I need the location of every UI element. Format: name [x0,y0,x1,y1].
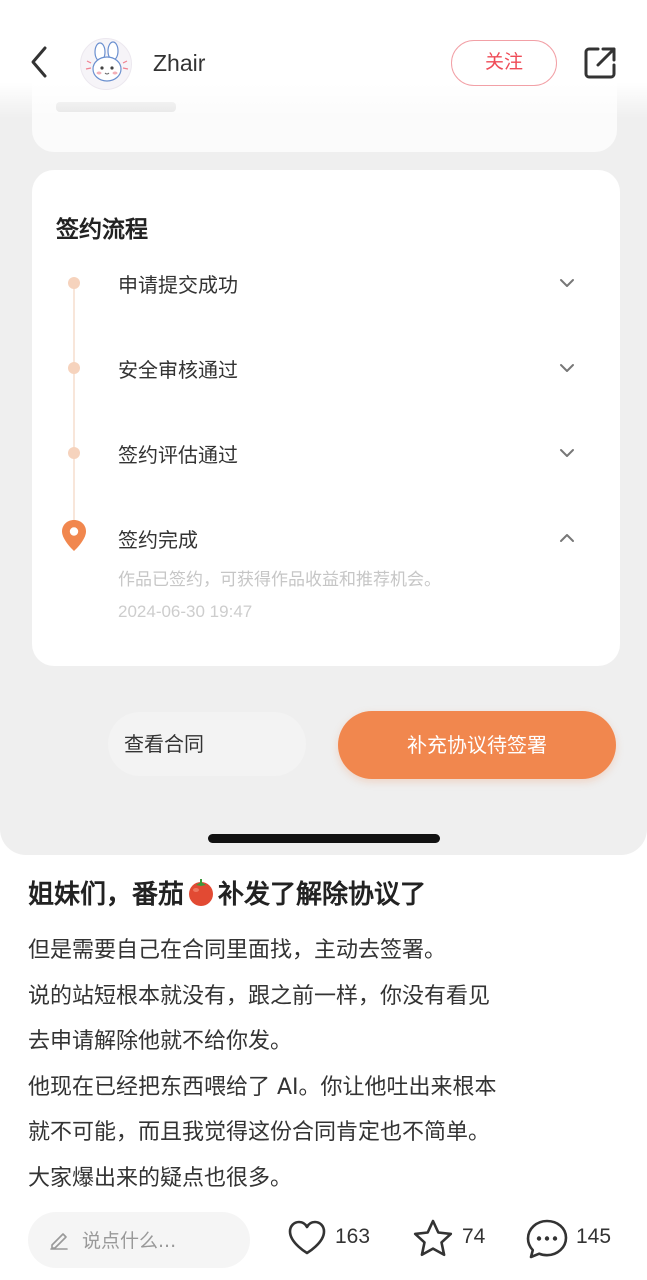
post-line: 去申请解除他就不给你发。 [28,1029,293,1054]
post-line: 大家爆出来的疑点也很多。 [28,1165,293,1191]
post-line: 但是需要自己在合同里面找，主动去签署。 [28,938,447,963]
heart-icon [288,1220,326,1255]
timeline-line [73,286,75,536]
post-title-start: 姐妹们，番茄 [28,880,185,910]
comment-input[interactable]: 说点什么... [28,1212,250,1268]
comment-button[interactable]: 145 [524,1216,624,1262]
step-timestamp: 2024-06-30 19:47 [118,602,253,621]
step-label: 申请提交成功 [118,273,238,297]
post-line: 就不可能，而且我觉得这份合同肯定也不简单。 [28,1120,491,1145]
like-count: 163 [335,1225,371,1248]
avatar[interactable] [80,38,132,90]
chevron-down-icon[interactable] [555,356,579,380]
timeline-dot [68,447,80,459]
chevron-down-icon[interactable] [555,271,579,295]
home-indicator [208,834,440,843]
bunny-avatar-icon [85,41,129,82]
comment-count: 145 [576,1225,612,1248]
step-description: 作品已签约，可获得作品收益和推荐机会。 [118,570,441,590]
star-icon [413,1219,453,1257]
comment-placeholder: 说点什么... [82,1230,177,1252]
pencil-icon [50,1233,68,1250]
share-icon[interactable] [581,44,619,82]
step-submitted[interactable]: 申请提交成功 [32,263,620,303]
post-page: 签约流程 申请提交成功 安全审核通过 签约评估通过 签约完成 作品已签约，可获得… [0,0,647,1280]
follow-button[interactable]: 关注 [451,40,557,86]
post-line: 说的站短根本就没有，跟之前一样，你没有看见 [28,983,491,1009]
chevron-down-icon[interactable] [555,441,579,465]
sign-supplement-button[interactable]: 补充协议待签署 [338,711,616,779]
step-security-review[interactable]: 安全审核通过 [32,348,620,388]
post-line: 他现在已经把东西喂给了 AI。你让他吐出来根本 [28,1074,497,1100]
location-pin-icon [62,520,86,551]
step-signed[interactable]: 签约完成 [32,518,620,558]
signing-process-card: 签约流程 申请提交成功 安全审核通过 签约评估通过 签约完成 作品已签约，可获得… [32,170,620,666]
favorite-button[interactable]: 74 [410,1216,500,1262]
view-contract-button[interactable]: 查看合同 [108,712,306,776]
timeline-dot [68,362,80,374]
step-label: 安全审核通过 [118,358,238,382]
favorite-count: 74 [462,1225,486,1248]
post-body: 但是需要自己在合同里面找，主动去签署。 说的站短根本就没有，跟之前一样，你没有看… [28,928,628,1201]
like-button[interactable]: 163 [285,1216,385,1262]
step-label: 签约评估通过 [118,443,238,467]
top-bar: Zhair 关注 [0,0,647,118]
post-title: 姐妹们，番茄 补发了解除协议了 [28,874,426,911]
card-title: 签约流程 [56,217,148,243]
username[interactable]: Zhair [153,50,205,77]
tomato-icon [189,879,214,906]
post-title-end: 补发了解除协议了 [218,880,427,910]
timeline-dot [68,277,80,289]
back-icon[interactable] [26,42,54,82]
chevron-up-icon[interactable] [555,526,579,550]
step-evaluation[interactable]: 签约评估通过 [32,433,620,473]
comment-icon [526,1219,568,1259]
step-label: 签约完成 [118,528,198,552]
post-image[interactable]: 签约流程 申请提交成功 安全审核通过 签约评估通过 签约完成 作品已签约，可获得… [0,0,647,855]
